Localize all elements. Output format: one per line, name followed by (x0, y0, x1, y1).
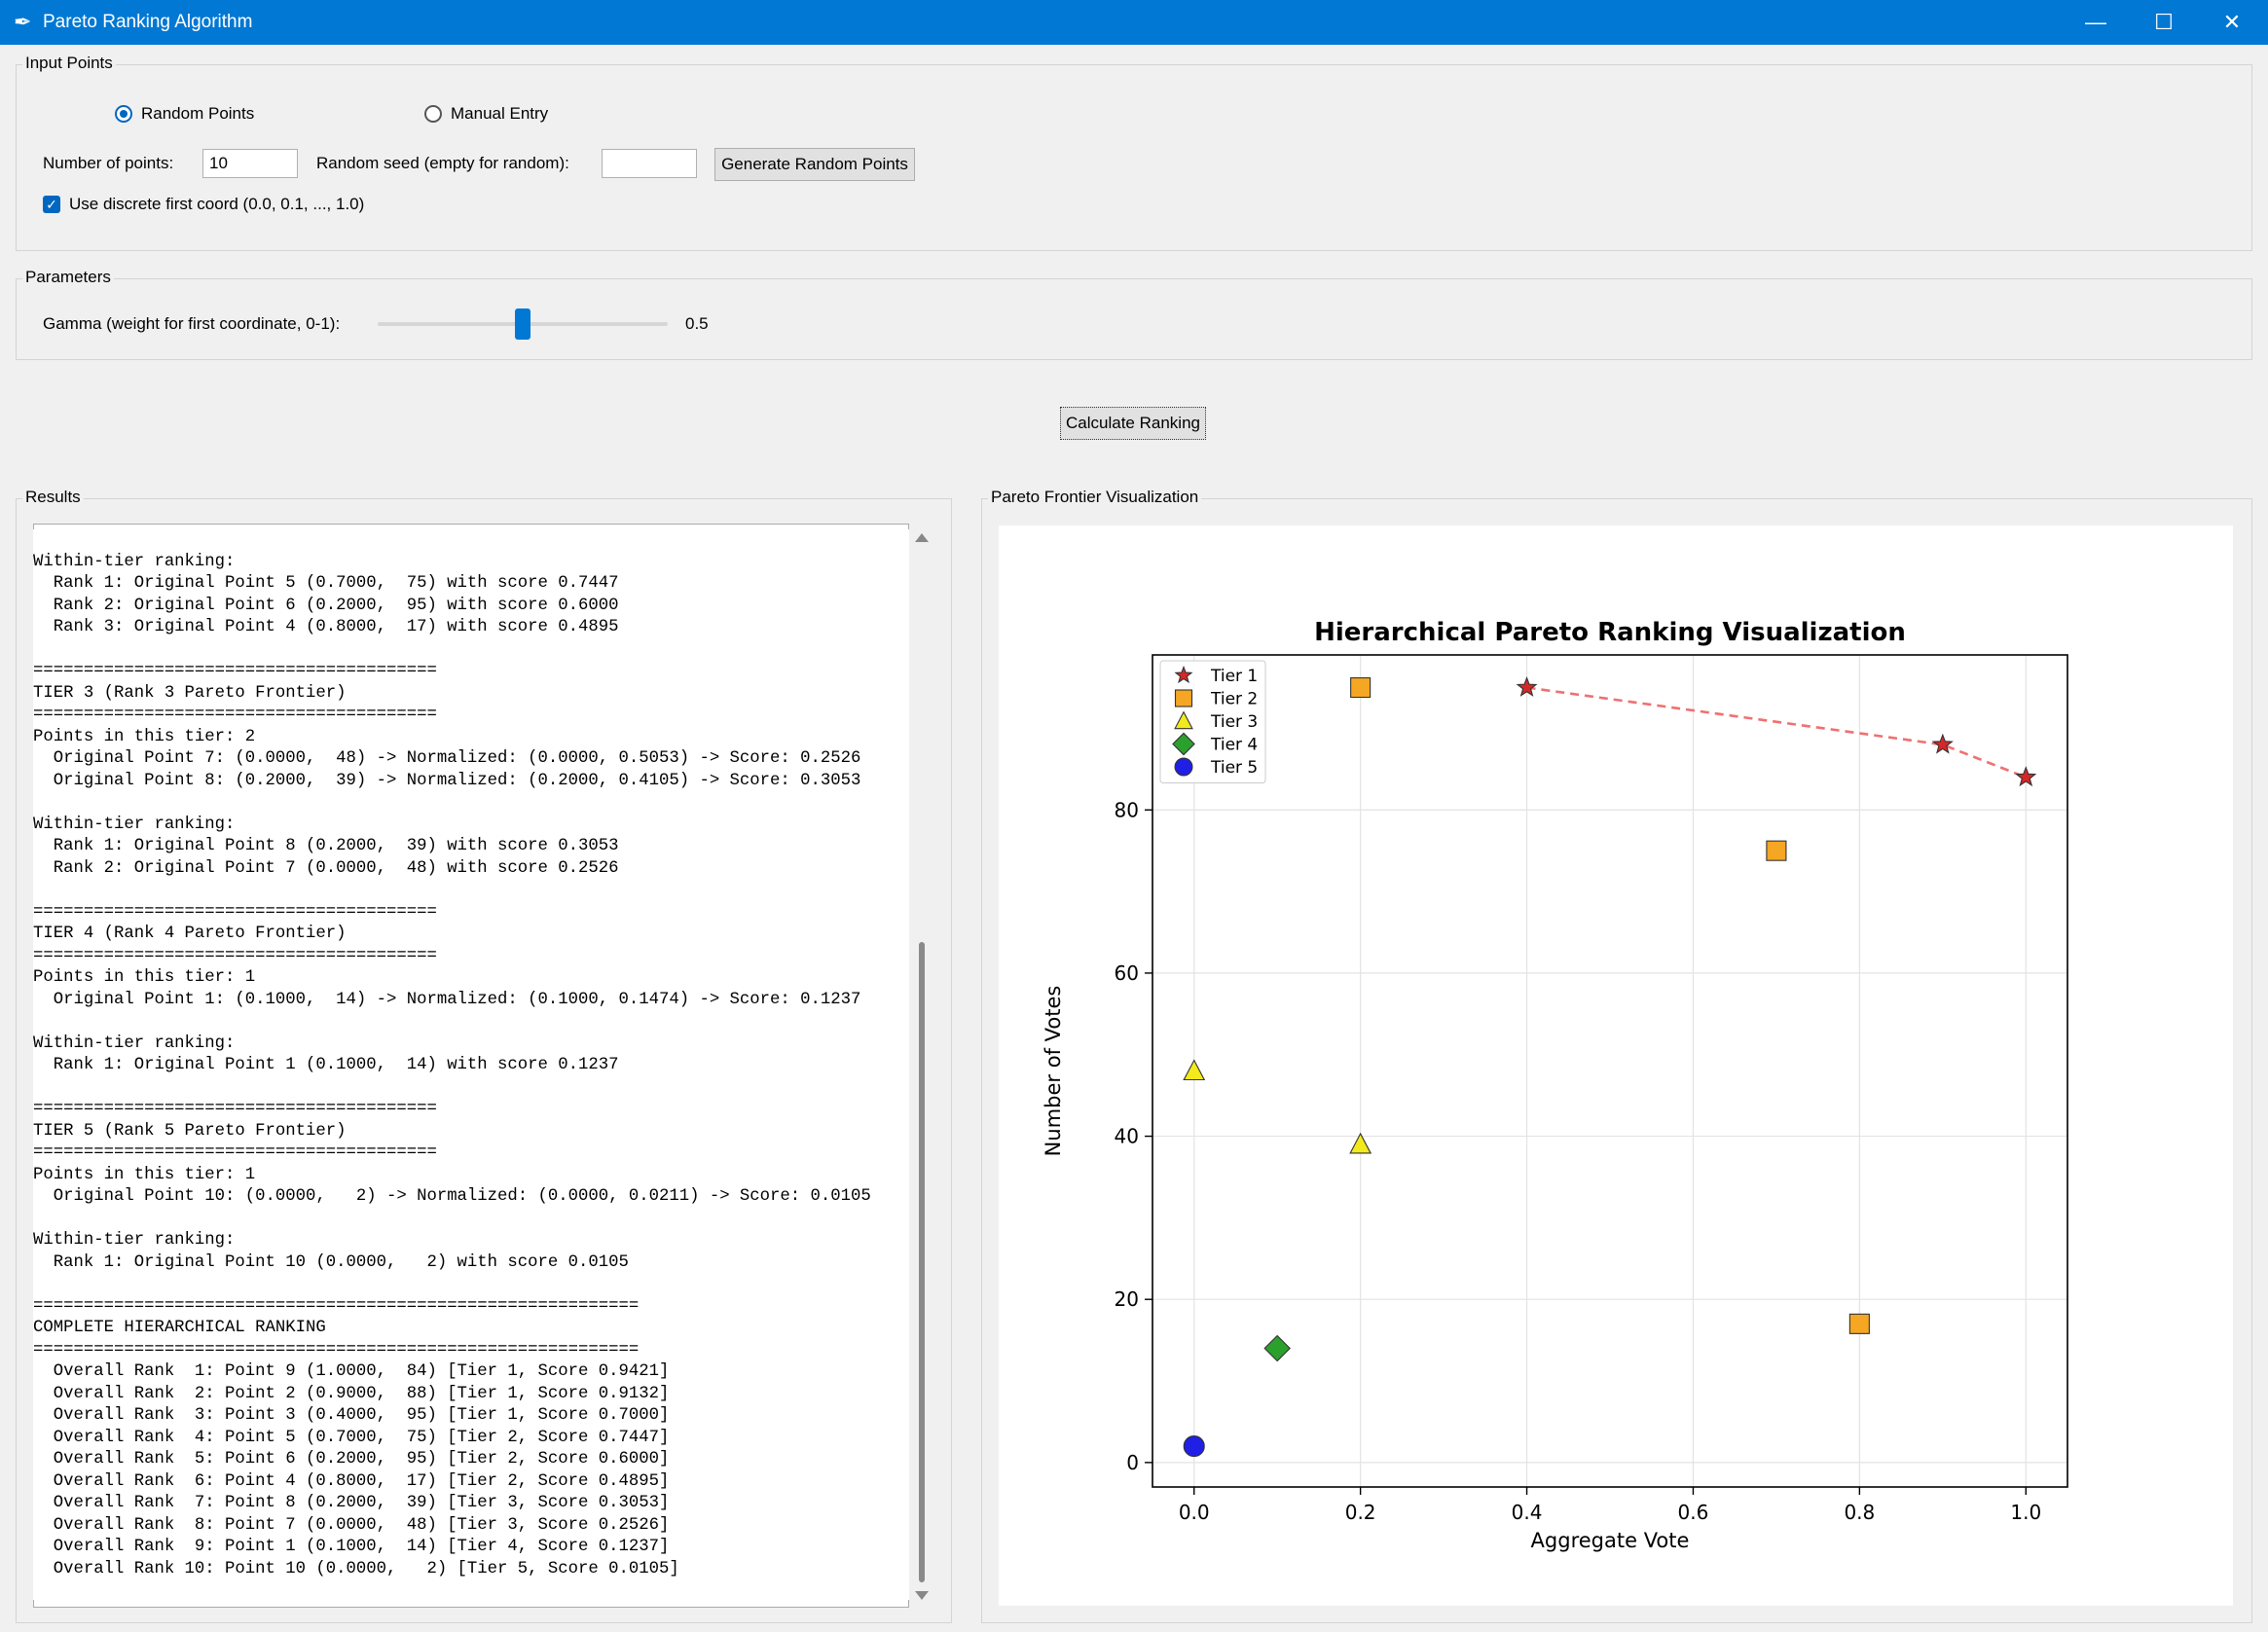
minimize-icon: — (2085, 10, 2106, 34)
legend-tier-3-label: Tier 3 (1210, 712, 1258, 732)
manual-entry-radio[interactable] (424, 105, 442, 123)
pareto-chart: 0.0 0.2 0.4 0.6 0.8 1.0 0 20 40 60 80 Hierarchical… (999, 526, 2233, 1606)
tier-2-point (1350, 676, 1372, 699)
y-tick-label: 20 (1115, 1287, 1139, 1311)
feather-icon: ✒ (14, 10, 32, 34)
num-points-label: Number of points: (43, 154, 174, 172)
discrete-label: Use discrete first coord (0.0, 0.1, ...,… (69, 195, 365, 213)
manual-entry-label[interactable]: Manual Entry (451, 104, 548, 124)
visualization-label: Pareto Frontier Visualization (988, 488, 1202, 507)
tier-2-point (1848, 1313, 1870, 1334)
y-tick-label: 0 (1126, 1451, 1139, 1474)
legend-tier-5-label: Tier 5 (1210, 758, 1258, 778)
scrollbar-thumb[interactable] (919, 942, 925, 1582)
gamma-label: Gamma (weight for first coordinate, 0-1)… (43, 314, 341, 333)
y-axis-label: Number of Votes (1042, 986, 1065, 1157)
legend-tier-4-label: Tier 4 (1210, 736, 1258, 755)
calculate-ranking-button[interactable]: Calculate Ranking (1060, 407, 1206, 440)
chart-title: Hierarchical Pareto Ranking Visualizatio… (1314, 618, 1906, 647)
x-tick-label: 0.4 (1512, 1501, 1543, 1524)
gamma-value: 0.5 (685, 314, 709, 333)
seed-label: Random seed (empty for random): (316, 154, 569, 172)
discrete-checkbox[interactable]: ✓ (43, 196, 60, 213)
legend-tier-1-label: Tier 1 (1210, 667, 1258, 686)
scroll-down-icon[interactable] (915, 1591, 929, 1600)
random-points-label[interactable]: Random Points (141, 104, 254, 124)
scroll-up-icon[interactable] (915, 533, 929, 542)
results-scrollbar[interactable] (909, 526, 934, 1608)
x-axis-label: Aggregate Vote (1531, 1529, 1690, 1552)
legend-tier-2-marker (1174, 689, 1193, 707)
x-tick-label: 0.6 (1678, 1501, 1709, 1524)
results-label: Results (22, 488, 84, 507)
maximize-icon: ☐ (2154, 10, 2174, 34)
window-title: Pareto Ranking Algorithm (43, 12, 253, 32)
legend: Tier 1 Tier 2 Tier 3 Tier 4 Tier 5 (1159, 660, 1266, 783)
results-text[interactable]: Within-tier ranking: Rank 1: Original Po… (33, 529, 909, 1600)
parameters-label: Parameters (22, 268, 114, 287)
close-icon: ✕ (2222, 10, 2242, 34)
seed-input[interactable] (602, 149, 697, 178)
parameters-group: Parameters (16, 268, 2252, 360)
y-tick-label: 40 (1115, 1125, 1139, 1148)
minimize-button[interactable]: — (2062, 0, 2130, 45)
close-button[interactable]: ✕ (2198, 0, 2266, 45)
maximize-button[interactable]: ☐ (2130, 0, 2198, 45)
tier-2-point (1766, 840, 1787, 861)
title-bar: ✒ Pareto Ranking Algorithm — ☐ ✕ (0, 0, 2268, 45)
x-tick-label: 0.8 (1844, 1501, 1875, 1524)
tier-5-point (1183, 1435, 1205, 1458)
y-tick-label: 60 (1115, 961, 1139, 985)
input-points-label: Input Points (22, 54, 116, 73)
generate-random-points-button[interactable]: Generate Random Points (714, 148, 915, 181)
x-tick-label: 0.2 (1345, 1501, 1376, 1524)
random-points-radio[interactable] (115, 105, 132, 123)
x-tick-label: 1.0 (2010, 1501, 2041, 1524)
x-tick-label: 0.0 (1179, 1501, 1210, 1524)
gamma-slider-thumb[interactable] (515, 308, 530, 340)
y-tick-label: 80 (1115, 798, 1139, 821)
legend-tier-5-marker (1174, 757, 1193, 777)
legend-tier-2-label: Tier 2 (1210, 690, 1258, 709)
num-points-input[interactable]: 10 (202, 149, 298, 178)
gamma-slider[interactable] (378, 308, 668, 340)
